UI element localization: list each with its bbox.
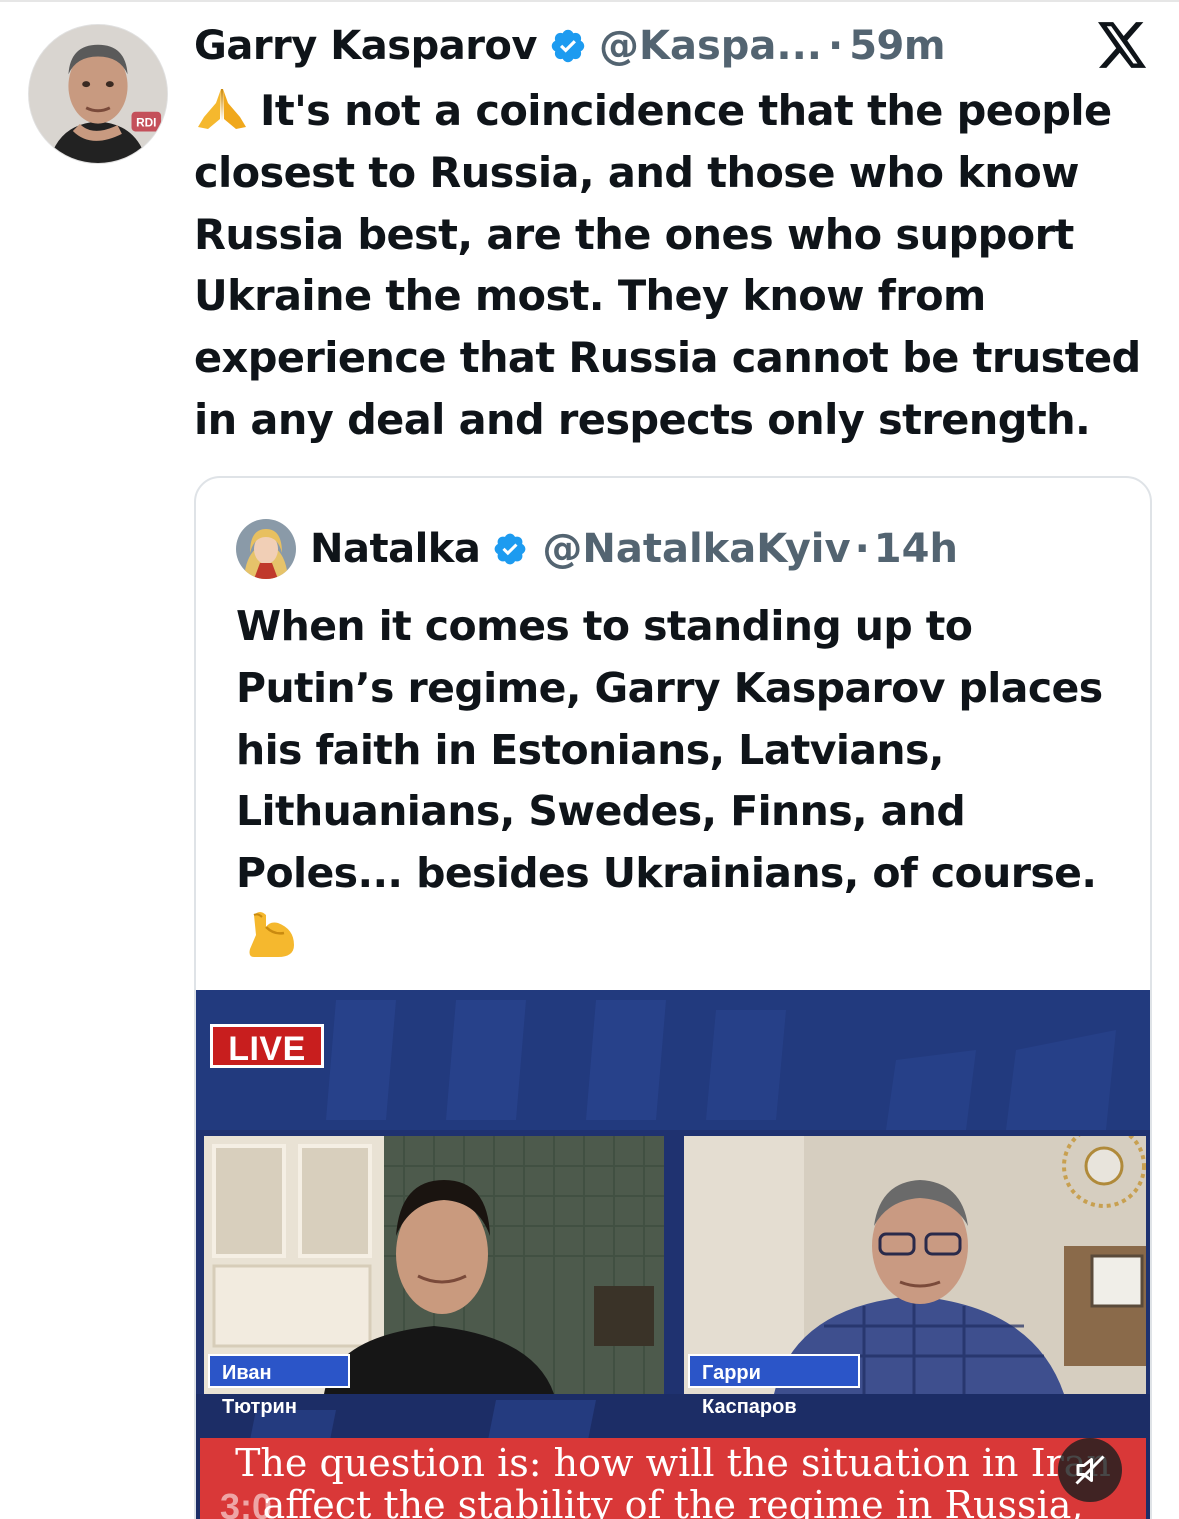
quoted-header-separator: ·	[854, 526, 870, 572]
flexed-biceps-emoji	[249, 911, 294, 957]
quoted-author-avatar[interactable]	[236, 519, 296, 579]
tweet-time[interactable]: 59m	[849, 23, 945, 69]
quoted-tweet-card[interactable]: Natalka @NatalkaKyiv · 14h When it comes…	[194, 476, 1152, 1519]
speaker-name-tag-right: Гарри Каспаров	[688, 1354, 860, 1418]
mute-button[interactable]	[1058, 1438, 1122, 1502]
header-separator: ·	[828, 23, 844, 69]
x-logo-icon[interactable]	[1098, 22, 1148, 68]
author-avatar[interactable]: RDI	[28, 24, 168, 164]
author-name[interactable]: Garry Kasparov	[194, 23, 537, 69]
video-timecode: 3:0	[220, 1486, 273, 1519]
top-divider	[0, 0, 1179, 2]
tweet-header: Garry Kasparov @Kaspa... · 59m	[194, 18, 946, 74]
subtitle-line-1: The question is: how will the situation …	[235, 1441, 1111, 1485]
quoted-header: Natalka @NatalkaKyiv · 14h	[236, 518, 958, 580]
tweet-body: It's not a coincidence that the people c…	[194, 80, 1164, 451]
tweet-text: It's not a coincidence that the people c…	[194, 86, 1141, 444]
video-subtitle: The question is: how will the situation …	[200, 1438, 1146, 1519]
folded-hands-emoji	[198, 89, 246, 129]
quoted-body: When it comes to standing up to Putin’s …	[236, 596, 1126, 969]
video-player[interactable]: LIVE Иван Тютрин Гарри Каспаров The ques…	[196, 990, 1150, 1519]
subtitle-line-2: affect the stability of the regime in Ru…	[262, 1483, 1084, 1519]
avatar-badge-text: RDI	[136, 116, 156, 130]
speaker-name-tag-left: Иван Тютрин	[208, 1354, 350, 1418]
verified-badge-icon	[495, 533, 526, 565]
quoted-text: When it comes to standing up to Putin’s …	[236, 602, 1103, 898]
live-badge: LIVE	[210, 1024, 324, 1068]
quoted-author-name[interactable]: Natalka	[310, 526, 481, 572]
quoted-author-handle[interactable]: @NatalkaKyiv	[542, 526, 850, 572]
quoted-time[interactable]: 14h	[874, 526, 958, 572]
speaker-muted-icon	[1075, 1455, 1105, 1485]
verified-badge-icon	[551, 29, 585, 63]
author-handle[interactable]: @Kaspa...	[599, 23, 822, 69]
